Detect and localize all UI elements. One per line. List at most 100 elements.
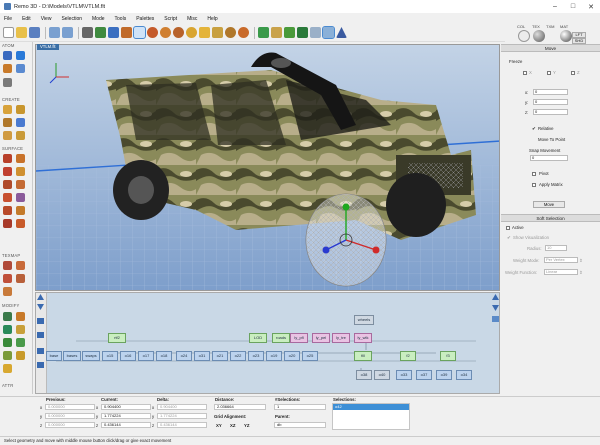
graph-zoom-icon[interactable] [37, 362, 44, 368]
surface-tool-icon[interactable] [16, 154, 25, 163]
graph-fit-icon[interactable] [37, 348, 44, 354]
menu-selection[interactable]: Selection [61, 16, 82, 22]
grid-yz-button[interactable]: YZ [244, 423, 250, 428]
create-torus-icon[interactable] [16, 131, 25, 140]
cross-icon[interactable] [271, 27, 282, 38]
selections-list[interactable]: o42 [332, 403, 410, 430]
modify-tool-icon[interactable] [16, 325, 25, 334]
radius-input[interactable]: 10 [545, 245, 567, 251]
surface-tool-icon[interactable] [16, 219, 25, 228]
shape-icon[interactable] [121, 27, 132, 38]
graph-arrow-down-icon[interactable] [37, 304, 44, 310]
redo-icon[interactable] [62, 27, 73, 38]
previous-x-field[interactable]: 0.000000 [45, 404, 95, 410]
graph-node[interactable]: ly_tre [332, 333, 350, 343]
grid-xz-button[interactable]: XZ [230, 423, 236, 428]
graph-node[interactable]: o24 [176, 351, 192, 361]
graph-node[interactable]: o23 [248, 351, 264, 361]
modify-tool-icon[interactable] [3, 338, 12, 347]
surface-tool-icon[interactable] [3, 219, 12, 228]
graph-arrow-up-icon[interactable] [37, 294, 44, 300]
menu-view[interactable]: View [41, 16, 52, 22]
viewport-tab[interactable]: VTLM.flt [37, 44, 59, 50]
graph-node[interactable]: LOD [249, 333, 267, 343]
create-box-icon[interactable] [3, 105, 12, 114]
pivot-checkbox[interactable] [532, 172, 536, 176]
graph-node[interactable]: ly_pel [312, 333, 330, 343]
num-selections-field[interactable]: 1 [274, 404, 326, 410]
graph-node[interactable]: base [46, 351, 62, 361]
texmap-tool-icon[interactable] [3, 261, 12, 270]
modify-tool-icon[interactable] [3, 325, 12, 334]
material-swatch[interactable] [560, 30, 572, 42]
gear-icon[interactable] [212, 27, 223, 38]
surface-tool-icon[interactable] [16, 206, 25, 215]
delta-z-field[interactable]: 0.436144 [157, 422, 207, 428]
scene-graph-panel[interactable]: wheels rtf2 LOD roads ly_pfl ly_pel ly_tre ly_w… [35, 292, 500, 394]
graph-node[interactable]: o40 [374, 370, 390, 380]
menu-palettes[interactable]: Palettes [136, 16, 154, 22]
weight-function-stepper-icon[interactable]: ⇕ [579, 270, 583, 276]
parent-field[interactable]: db [274, 422, 326, 428]
previous-z-field[interactable]: 0.000000 [45, 422, 95, 428]
texmap-tool-icon[interactable] [3, 287, 12, 296]
graph-node[interactable]: roads [272, 333, 290, 343]
vertex-icon[interactable] [3, 64, 12, 73]
graph-node[interactable]: o25 [302, 351, 318, 361]
relative-check-mark[interactable]: ✔ [532, 126, 536, 132]
graph-sort-icon[interactable] [492, 316, 499, 322]
show-visualization-check-mark[interactable]: ✔ [507, 235, 511, 241]
save-icon[interactable] [29, 27, 40, 38]
graph-node[interactable]: o16 [120, 351, 136, 361]
snap-movement-input[interactable]: 0 [530, 155, 568, 161]
weight-mode-select[interactable]: Per Vertex [544, 257, 578, 263]
freeze-y-checkbox[interactable] [547, 71, 551, 75]
color-swatch[interactable] [518, 30, 530, 42]
create-cone-icon[interactable] [3, 131, 12, 140]
move-tool-icon[interactable] [95, 27, 106, 38]
graph-node[interactable]: o22 [230, 351, 246, 361]
create-plane-icon[interactable] [16, 118, 25, 127]
tree-icon[interactable] [284, 27, 295, 38]
graph-node[interactable]: o33 [396, 370, 412, 380]
texmap-tool-icon[interactable] [16, 261, 25, 270]
graph-node[interactable]: wheels [354, 315, 374, 325]
menu-edit[interactable]: Edit [22, 16, 31, 22]
selected-wheel-wireframe[interactable] [305, 193, 387, 287]
new-file-icon[interactable] [3, 27, 14, 38]
transform-icon[interactable] [16, 51, 25, 60]
face-icon[interactable] [16, 64, 25, 73]
fruit-icon[interactable] [173, 27, 184, 38]
move-mode-icon[interactable] [133, 26, 146, 39]
graph-node[interactable]: o37 [416, 370, 432, 380]
texmap-tool-icon[interactable] [16, 274, 25, 283]
surface-tool-icon[interactable] [16, 180, 25, 189]
select-icon[interactable] [82, 27, 93, 38]
graph-node[interactable]: o21 [212, 351, 228, 361]
texture-swatch[interactable] [533, 30, 545, 42]
menu-mode[interactable]: Mode [92, 16, 105, 22]
3d-viewport[interactable] [35, 44, 500, 291]
create-cylinder-icon[interactable] [3, 118, 12, 127]
apply-matrix-checkbox[interactable] [532, 183, 536, 187]
view-icon[interactable] [322, 26, 335, 39]
menu-tools[interactable]: Tools [115, 16, 127, 22]
graph-node[interactable]: o15 [102, 351, 118, 361]
graph-move-up-icon[interactable] [492, 294, 499, 300]
graph-node[interactable]: o17 [138, 351, 154, 361]
selections-list-item[interactable]: o42 [333, 404, 409, 410]
soft-active-checkbox[interactable] [506, 226, 510, 230]
surface-tool-icon[interactable] [3, 167, 12, 176]
graph-node[interactable]: o31 [194, 351, 210, 361]
triangle-icon[interactable] [336, 27, 347, 38]
modify-tool-icon[interactable] [3, 364, 12, 373]
paint-icon[interactable] [108, 27, 119, 38]
grid-xy-button[interactable]: XY [216, 423, 222, 428]
graph-node[interactable]: f3 [440, 351, 456, 361]
menu-script[interactable]: Script [164, 16, 177, 22]
surface-tool-icon[interactable] [3, 206, 12, 215]
move-to-point-label[interactable]: Move To Point [538, 137, 565, 142]
current-z-field[interactable]: 0.436144 [101, 422, 151, 428]
create-sphere-icon[interactable] [16, 105, 25, 114]
fruit-icon[interactable] [160, 27, 171, 38]
